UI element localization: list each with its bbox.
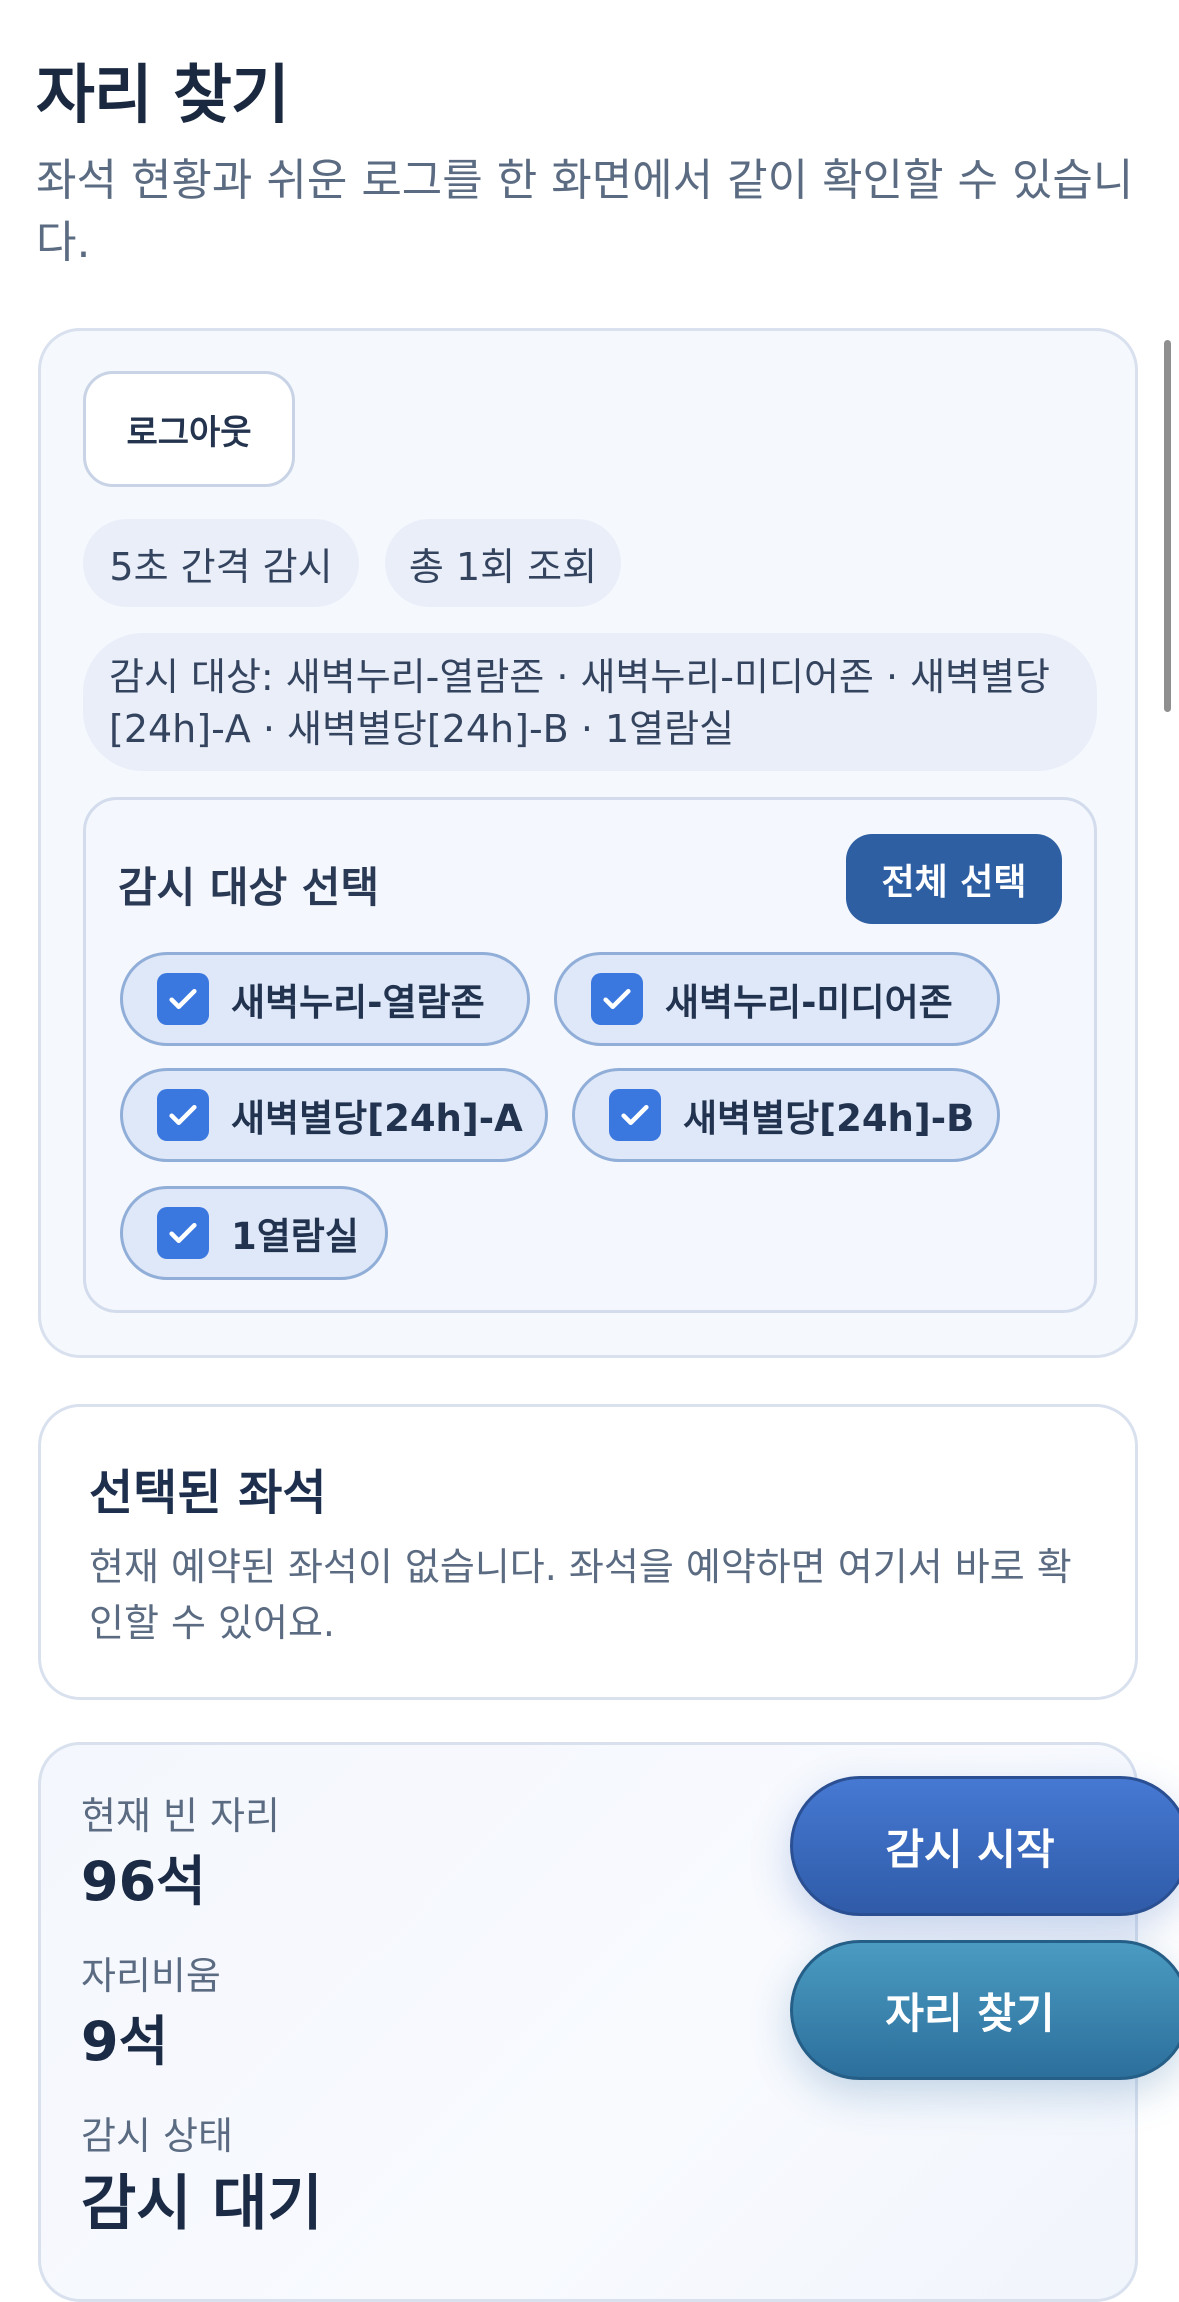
empty-seats-label: 현재 빈 자리 (81, 1794, 280, 1838)
monitor-state-value: 감시 대기 (81, 2169, 323, 2239)
target-option-saebyeoknuri-reading[interactable]: 새벽누리-열람존 (120, 952, 530, 1046)
target-option-saebyeokbyeoldang-b[interactable]: 새벽별당[24h]-B (572, 1068, 1000, 1162)
logout-button[interactable]: 로그아웃 (83, 371, 295, 487)
start-monitoring-button[interactable]: 감시 시작 (790, 1776, 1179, 1916)
monitor-targets-summary: 감시 대상: 새벽누리-열람존 · 새벽누리-미디어존 · 새벽별당[24h]-… (83, 633, 1097, 771)
target-option-label: 새벽별당[24h]-A (231, 1097, 523, 1140)
select-all-button[interactable]: 전체 선택 (846, 834, 1062, 924)
page-subtitle: 좌석 현황과 쉬운 로그를 한 화면에서 같이 확인할 수 있습니다. (36, 155, 1134, 268)
page-title: 자리 찾기 (36, 59, 290, 133)
target-option-label: 새벽별당[24h]-B (683, 1097, 975, 1140)
selected-seat-card: 선택된 좌석 현재 예약된 좌석이 없습니다. 좌석을 예약하면 여기서 바로 … (38, 1404, 1138, 1700)
away-seats-label: 자리비움 (81, 1954, 221, 1998)
checkbox-checked-icon[interactable] (591, 973, 643, 1025)
selected-seat-title: 선택된 좌석 (89, 1465, 327, 1521)
checkbox-checked-icon[interactable] (157, 1089, 209, 1141)
monitor-card: 로그아웃 5초 간격 감시 총 1회 조회 감시 대상: 새벽누리-열람존 · … (38, 328, 1138, 1358)
target-select-title: 감시 대상 선택 (118, 863, 380, 912)
target-option-saebyeoknuri-media[interactable]: 새벽누리-미디어존 (554, 952, 1000, 1046)
query-count-chip: 총 1회 조회 (385, 519, 621, 607)
scrollbar[interactable] (1164, 340, 1171, 712)
checkbox-checked-icon[interactable] (157, 1207, 209, 1259)
target-select-panel: 감시 대상 선택 전체 선택 새벽누리-열람존 새벽누리-미디어존 새벽별당[2… (83, 797, 1097, 1313)
checkbox-checked-icon[interactable] (157, 973, 209, 1025)
checkbox-checked-icon[interactable] (609, 1089, 661, 1141)
selected-seat-description: 현재 예약된 좌석이 없습니다. 좌석을 예약하면 여기서 바로 확인할 수 있… (89, 1545, 1072, 1645)
target-option-reading-room-1[interactable]: 1열람실 (120, 1186, 388, 1280)
interval-chip: 5초 간격 감시 (83, 519, 359, 607)
target-option-saebyeokbyeoldang-a[interactable]: 새벽별당[24h]-A (120, 1068, 548, 1162)
find-seat-button[interactable]: 자리 찾기 (790, 1940, 1179, 2080)
monitor-state-label: 감시 상태 (81, 2114, 233, 2158)
away-seats-value: 9석 (81, 2010, 169, 2073)
target-option-label: 1열람실 (231, 1215, 359, 1258)
empty-seats-value: 96석 (81, 1850, 206, 1913)
target-option-label: 새벽누리-미디어존 (665, 981, 953, 1024)
target-option-label: 새벽누리-열람존 (231, 981, 485, 1024)
